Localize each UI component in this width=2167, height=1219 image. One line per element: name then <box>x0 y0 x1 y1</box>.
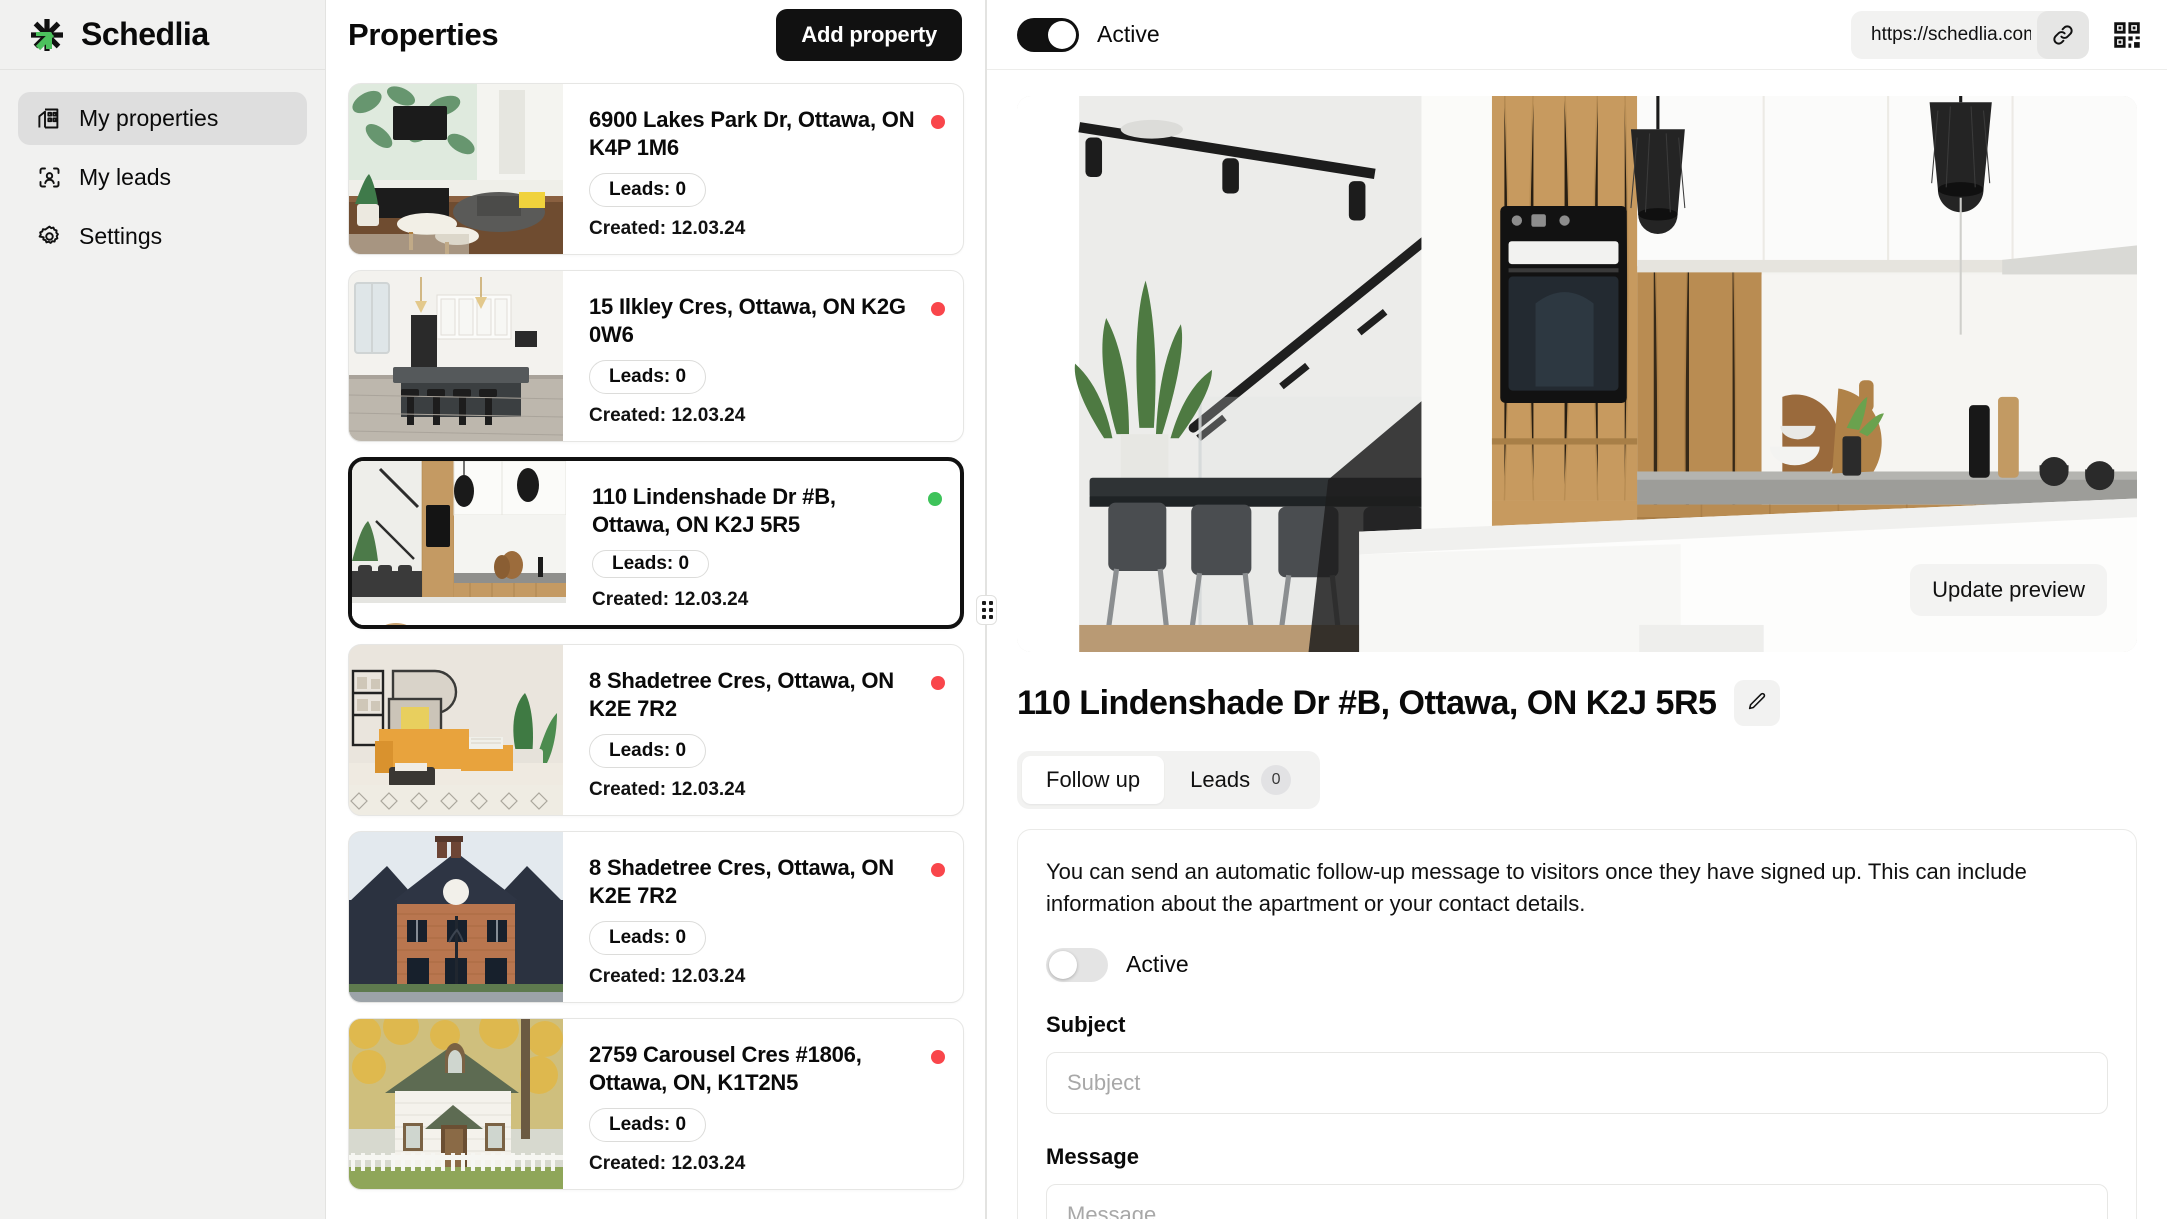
properties-header: Properties Add property <box>326 0 986 70</box>
toggle-knob <box>1049 950 1077 979</box>
property-preview-image: Update preview <box>1017 96 2137 652</box>
leads-badge: Leads: 0 <box>589 360 707 394</box>
leads-badge: Leads: 0 <box>589 921 707 955</box>
pencil-icon <box>1746 691 1768 716</box>
tab-follow-up[interactable]: Follow up <box>1022 756 1165 804</box>
follow-up-description: You can send an automatic follow-up mess… <box>1046 859 2027 916</box>
created-date: Created: 12.03.24 <box>589 966 746 987</box>
property-thumbnail <box>352 461 566 625</box>
detail-header: Active https://schedlia.com/o/ <box>987 0 2167 70</box>
edit-property-button[interactable] <box>1734 680 1781 726</box>
status-dot <box>931 676 945 690</box>
follow-up-panel: You can send an automatic follow-up mess… <box>1017 829 2137 1219</box>
brand-name: Schedlia <box>81 16 209 52</box>
property-card[interactable]: 8 Shadetree Cres, Ottawa, ON K2E 7R2 Lea… <box>348 831 964 1003</box>
created-date: Created: 12.03.24 <box>589 218 746 239</box>
property-info: 6900 Lakes Park Dr, Ottawa, ON K4P 1M6 L… <box>563 84 963 254</box>
sidebar-item-my-leads[interactable]: My leads <box>18 151 307 204</box>
detail-tabs[interactable]: Follow up Leads 0 <box>1017 751 1321 809</box>
property-card-selected[interactable]: 110 Lindenshade Dr #B, Ottawa, ON K2J 5R… <box>348 457 964 629</box>
property-address: 110 Lindenshade Dr #B, Ottawa, ON K2J 5R… <box>592 484 836 538</box>
property-thumbnail <box>349 1019 563 1189</box>
subject-label: Subject <box>1046 1011 1126 1037</box>
leads-badge: Leads: 0 <box>589 173 707 207</box>
follow-up-active-toggle[interactable] <box>1046 947 1108 982</box>
gear-icon <box>36 223 63 250</box>
property-thumbnail <box>349 645 563 815</box>
tab-leads-badge: 0 <box>1261 765 1292 795</box>
property-info: 8 Shadetree Cres, Ottawa, ON K2E 7R2 Lea… <box>563 645 963 815</box>
property-thumbnail <box>349 271 563 441</box>
building-icon <box>36 105 63 132</box>
leads-badge: Leads: 0 <box>589 1108 707 1142</box>
property-address: 6900 Lakes Park Dr, Ottawa, ON K4P 1M6 <box>589 107 915 161</box>
property-detail-title: 110 Lindenshade Dr #B, Ottawa, ON K2J 5R… <box>1017 683 1717 722</box>
property-detail-pane: Active https://schedlia.com/o/ <box>987 0 2167 1219</box>
detail-scroll-area[interactable]: Update preview 110 Lindenshade Dr #B, Ot… <box>987 70 2167 1219</box>
property-card[interactable]: 6900 Lakes Park Dr, Ottawa, ON K4P 1M6 L… <box>348 83 964 255</box>
active-toggle-label: Active <box>1097 21 1160 47</box>
share-url-box[interactable]: https://schedlia.com/o/ <box>1851 10 2089 59</box>
properties-list-pane: Properties Add property 6900 Lakes Park … <box>326 0 997 1219</box>
property-active-toggle[interactable] <box>1017 17 1079 52</box>
subject-input[interactable] <box>1046 1051 2108 1114</box>
link-icon[interactable] <box>2037 10 2089 59</box>
message-textarea[interactable] <box>1046 1183 2108 1219</box>
message-label: Message <box>1046 1143 1139 1169</box>
follow-up-active-label: Active <box>1126 951 1189 978</box>
property-card[interactable]: 15 Ilkley Cres, Ottawa, ON K2G 0W6 Leads… <box>348 270 964 442</box>
property-address: 15 Ilkley Cres, Ottawa, ON K2G 0W6 <box>589 294 906 348</box>
created-date: Created: 12.03.24 <box>589 405 746 426</box>
leads-badge: Leads: 0 <box>589 734 707 768</box>
property-info: 2759 Carousel Cres #1806, Ottawa, ON, K1… <box>563 1019 963 1189</box>
property-thumbnail <box>349 832 563 1002</box>
update-preview-button[interactable]: Update preview <box>1910 564 2107 616</box>
drag-handle-icon[interactable] <box>975 594 997 625</box>
sidebar-item-label: My properties <box>79 105 219 131</box>
asterisk-logo-icon <box>26 14 68 56</box>
sidebar-nav: My properties My leads Settings <box>0 70 325 263</box>
brand-header: Schedlia <box>0 0 325 70</box>
active-toggle-group[interactable]: Active <box>1017 17 1160 52</box>
leads-badge: Leads: 0 <box>592 550 710 578</box>
tab-label: Follow up <box>1046 767 1141 792</box>
detail-title-row: 110 Lindenshade Dr #B, Ottawa, ON K2J 5R… <box>1017 680 2137 726</box>
properties-scroll-area[interactable]: 6900 Lakes Park Dr, Ottawa, ON K4P 1M6 L… <box>326 70 986 1219</box>
qr-code-icon[interactable] <box>2109 17 2145 53</box>
sidebar-item-label: My leads <box>79 164 172 190</box>
tab-leads[interactable]: Leads 0 <box>1166 756 1315 804</box>
property-address: 2759 Carousel Cres #1806, Ottawa, ON, K1… <box>589 1042 862 1096</box>
created-date: Created: 12.03.24 <box>589 779 746 800</box>
page-title: Properties <box>348 17 499 52</box>
status-dot <box>931 863 945 877</box>
share-url-text: https://schedlia.com/o/ <box>1871 23 2031 45</box>
property-card[interactable]: 8 Shadetree Cres, Ottawa, ON K2E 7R2 Lea… <box>348 644 964 816</box>
property-info: 8 Shadetree Cres, Ottawa, ON K2E 7R2 Lea… <box>563 832 963 1002</box>
property-card[interactable]: 2759 Carousel Cres #1806, Ottawa, ON, K1… <box>348 1018 964 1190</box>
sidebar-item-label: Settings <box>79 223 163 249</box>
property-info: 110 Lindenshade Dr #B, Ottawa, ON K2J 5R… <box>566 461 960 625</box>
sidebar-item-my-properties[interactable]: My properties <box>18 92 307 145</box>
detail-header-actions: https://schedlia.com/o/ <box>1851 10 2145 59</box>
sidebar-item-settings[interactable]: Settings <box>18 210 307 263</box>
tab-label: Leads <box>1190 767 1251 792</box>
property-address: 8 Shadetree Cres, Ottawa, ON K2E 7R2 <box>589 855 894 909</box>
property-address: 8 Shadetree Cres, Ottawa, ON K2E 7R2 <box>589 668 894 722</box>
status-dot <box>931 302 945 316</box>
add-property-button[interactable]: Add property <box>776 9 962 61</box>
property-info: 15 Ilkley Cres, Ottawa, ON K2G 0W6 Leads… <box>563 271 963 441</box>
user-scan-icon <box>36 164 63 191</box>
status-dot <box>931 1050 945 1064</box>
created-date: Created: 12.03.24 <box>589 1153 746 1174</box>
status-dot <box>928 492 942 506</box>
created-date: Created: 12.03.24 <box>592 589 749 610</box>
toggle-knob <box>1048 20 1076 49</box>
sidebar: Schedlia My properties My leads Settings <box>0 0 326 1219</box>
pane-resizer[interactable] <box>975 0 997 1219</box>
status-dot <box>931 115 945 129</box>
app-root: Schedlia My properties My leads Settings… <box>0 0 2167 1219</box>
property-thumbnail <box>349 84 563 254</box>
follow-up-active-group[interactable]: Active <box>1046 947 2108 982</box>
